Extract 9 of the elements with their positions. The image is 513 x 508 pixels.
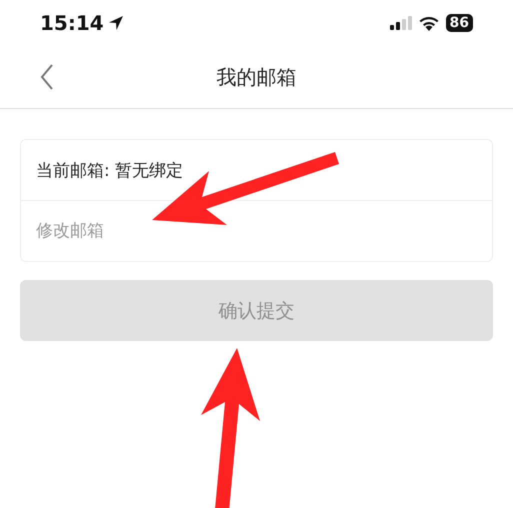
battery-level: 86	[446, 14, 473, 32]
signal-icon	[390, 16, 412, 30]
wifi-icon	[418, 16, 439, 30]
current-email-text: 当前邮箱: 暂无绑定	[36, 160, 184, 182]
time: 15:14	[40, 11, 104, 35]
email-input-field[interactable]: 修改邮箱	[36, 221, 336, 241]
location-arrow-icon	[108, 15, 124, 31]
page-title: 我的邮箱	[216, 64, 296, 90]
back-icon[interactable]	[40, 64, 54, 90]
